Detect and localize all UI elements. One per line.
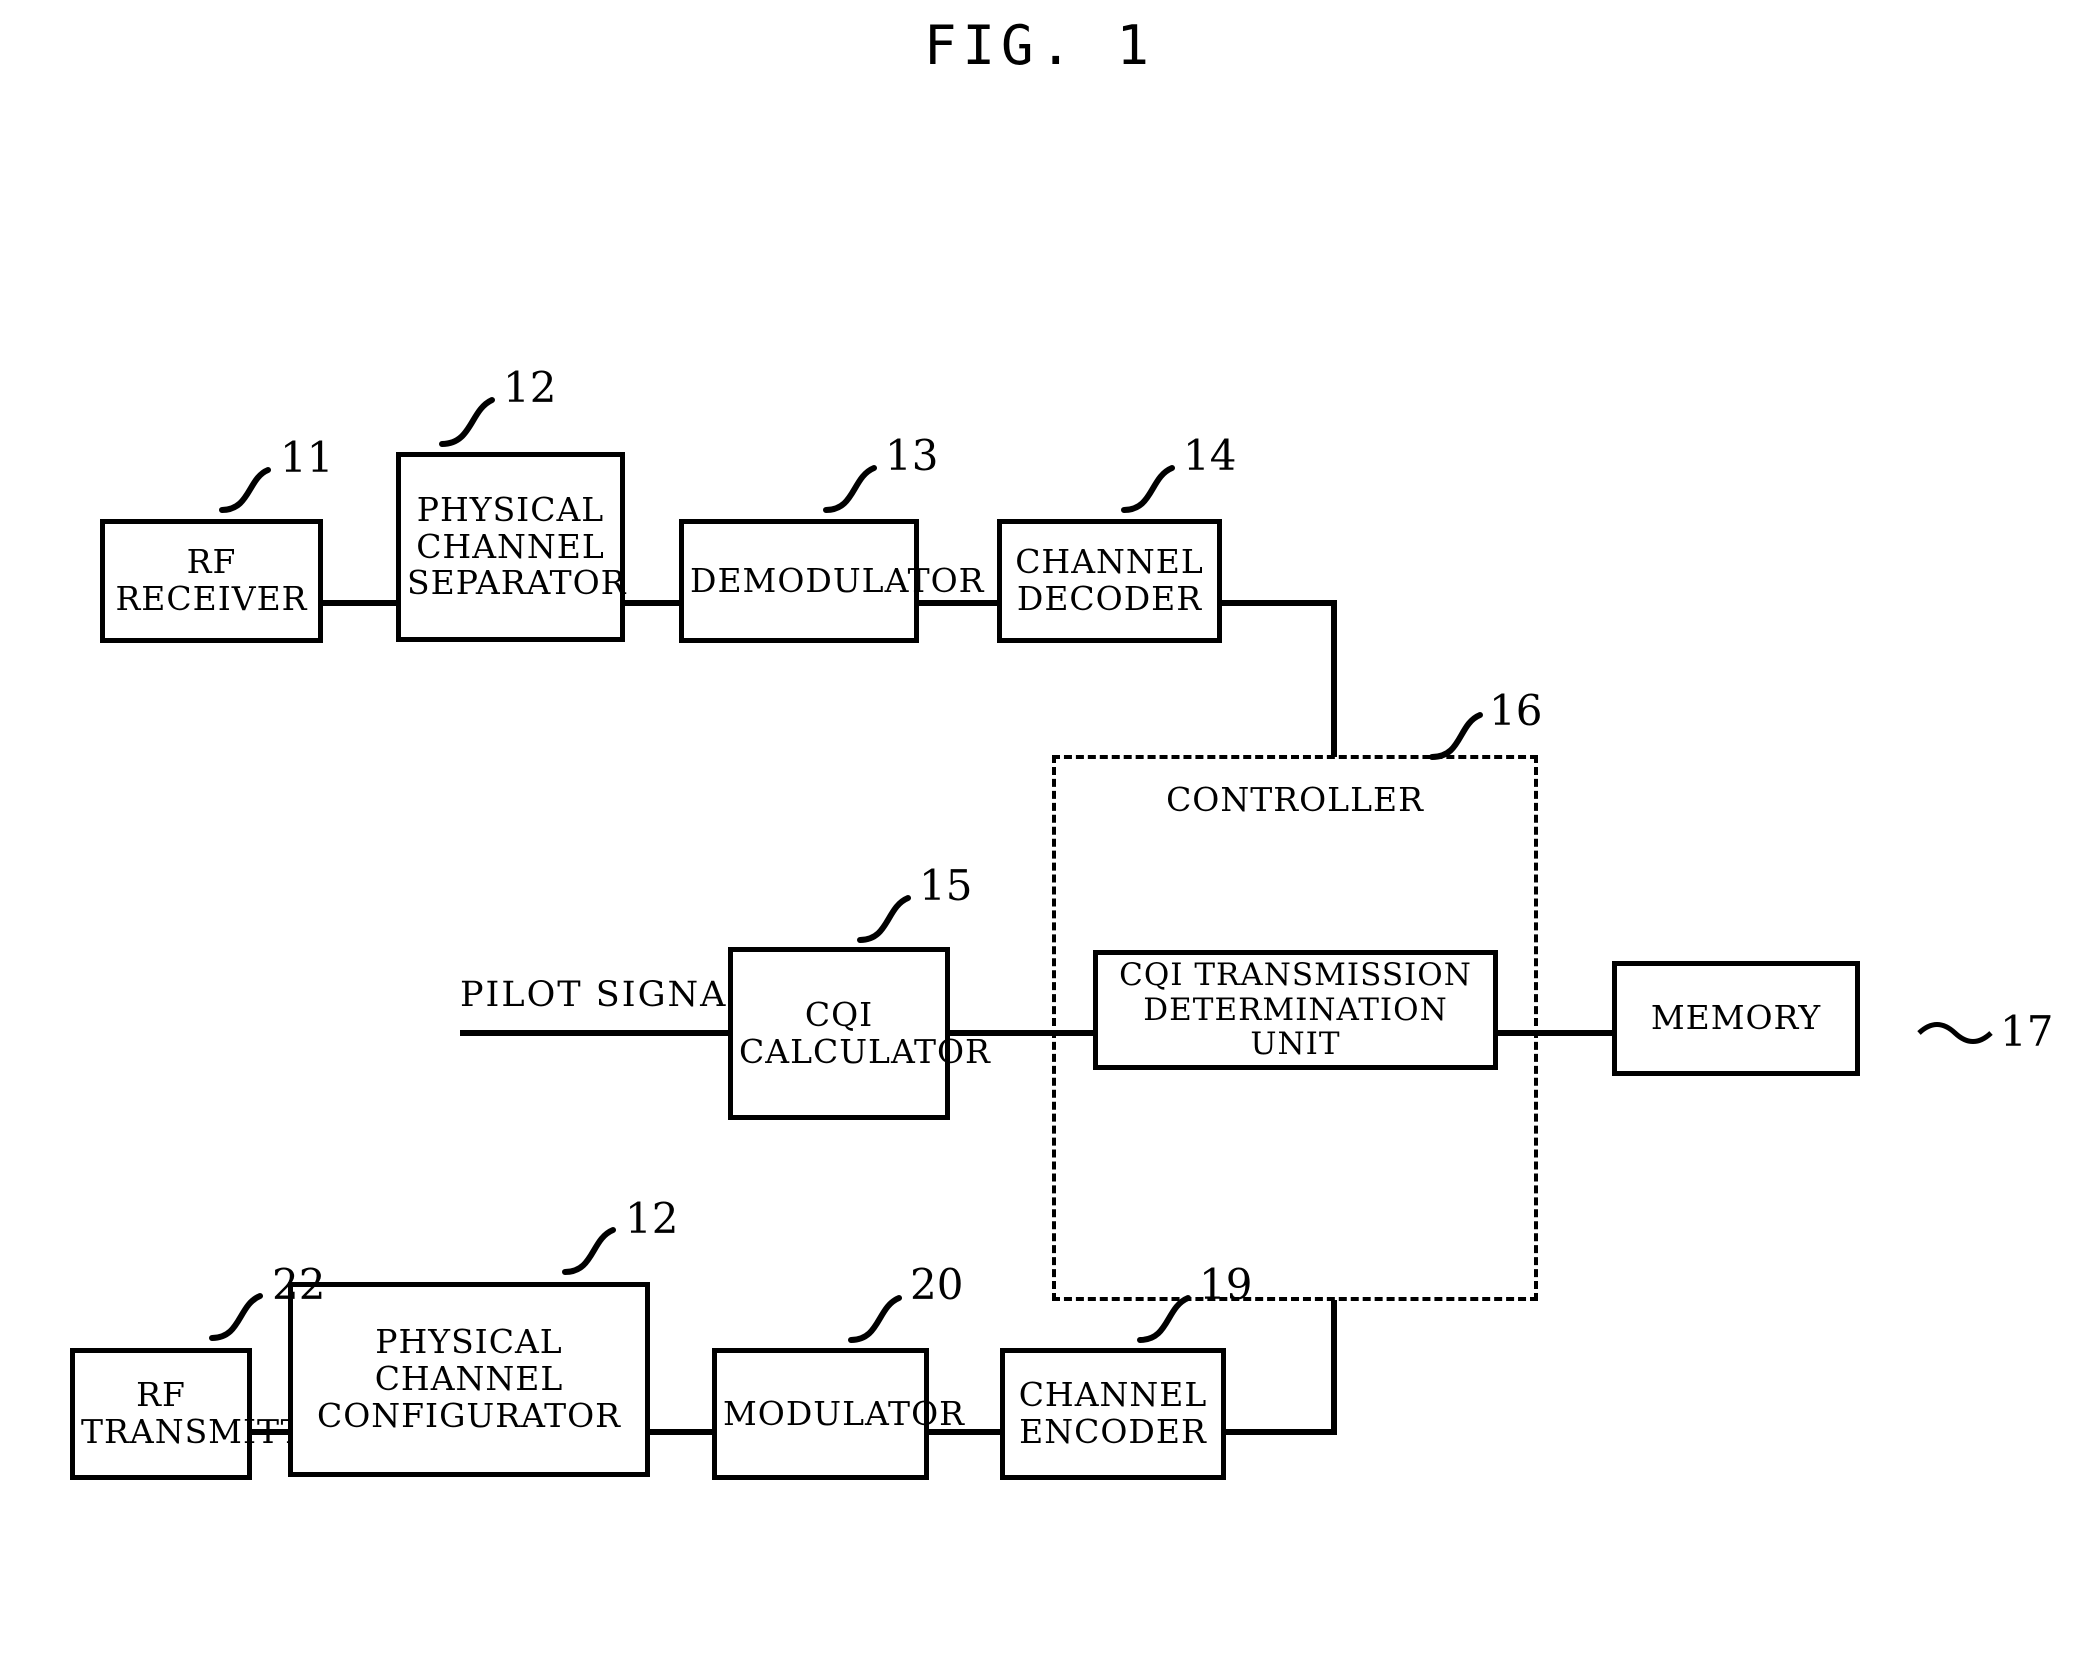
block-channel-encoder-label: CHANNEL ENCODER: [1018, 1375, 1208, 1451]
block-cqi-calculator[interactable]: CQI CALCULATOR: [728, 947, 991, 1120]
block-demodulator[interactable]: DEMODULATOR: [679, 519, 985, 643]
block-channel-encoder[interactable]: CHANNEL ENCODER: [1000, 1348, 1226, 1480]
block-rf-transmitter[interactable]: RF TRANSMITTER: [70, 1348, 355, 1480]
leader-ref-12-bottom: [562, 1227, 616, 1275]
block-cqi-transmission-determination-unit[interactable]: CQI TRANSMISSION DETERMINATION UNIT: [1093, 950, 1498, 1070]
block-channel-decoder[interactable]: CHANNEL DECODER: [997, 519, 1222, 643]
block-memory[interactable]: MEMORY: [1612, 961, 1860, 1076]
ref-num-13: 13: [885, 431, 939, 480]
block-modulator-label: MODULATOR: [723, 1393, 965, 1433]
block-rf-receiver[interactable]: RF RECEIVER: [100, 519, 323, 643]
leader-ref-14: [1121, 465, 1175, 513]
block-demodulator-label: DEMODULATOR: [690, 560, 985, 600]
leader-ref-15: [857, 895, 911, 943]
ref-num-17: 17: [2000, 1007, 2054, 1056]
ref-num-12-bottom: 12: [625, 1194, 679, 1243]
ref-num-12-top: 12: [503, 363, 557, 412]
leader-ref-12-top: [439, 397, 495, 447]
ref-num-16: 16: [1489, 686, 1543, 735]
figure-canvas: FIG. 1 CONTROLLER 16 RF RECEIVER 11 PHYS…: [0, 0, 2079, 1680]
block-modulator[interactable]: MODULATOR: [712, 1348, 965, 1480]
wire-decoder-controller: [1222, 600, 1337, 757]
figure-title: FIG. 1: [923, 14, 1156, 77]
leader-ref-13: [823, 465, 877, 513]
wire-controller-encoder: [1226, 1300, 1337, 1435]
block-channel-decoder-label: CHANNEL DECODER: [1015, 542, 1204, 618]
block-cqi-calculator-label: CQI CALCULATOR: [739, 994, 991, 1071]
leader-ref-16: [1429, 712, 1483, 760]
ref-num-19: 19: [1199, 1260, 1253, 1309]
ref-num-15: 15: [919, 861, 973, 910]
pilot-signal-label: PILOT SIGNAL: [460, 975, 753, 1015]
ref-num-11: 11: [280, 433, 334, 482]
ref-num-22: 22: [272, 1260, 326, 1309]
block-rf-receiver-label: RF RECEIVER: [115, 542, 308, 618]
block-physical-channel-separator-label: PHYSICAL CHANNEL SEPARATOR: [407, 489, 627, 603]
block-cqi-transmission-determination-unit-label: CQI TRANSMISSION DETERMINATION UNIT: [1119, 956, 1472, 1063]
leader-ref-11: [219, 467, 271, 513]
block-memory-label: MEMORY: [1650, 998, 1822, 1038]
leader-memory-ref: [1917, 1022, 1993, 1044]
block-physical-channel-configurator[interactable]: PHYSICAL CHANNEL CONFIGURATOR: [288, 1282, 650, 1477]
leader-ref-20: [848, 1295, 902, 1343]
block-physical-channel-configurator-label: PHYSICAL CHANNEL CONFIGURATOR: [316, 1322, 622, 1435]
controller-caption: CONTROLLER: [1166, 780, 1424, 819]
leader-ref-22: [209, 1293, 263, 1341]
block-rf-transmitter-label: RF TRANSMITTER: [81, 1375, 355, 1451]
block-physical-channel-separator[interactable]: PHYSICAL CHANNEL SEPARATOR: [396, 452, 627, 642]
ref-num-20: 20: [910, 1260, 964, 1309]
ref-num-14: 14: [1183, 431, 1237, 480]
leader-ref-19: [1137, 1295, 1191, 1343]
